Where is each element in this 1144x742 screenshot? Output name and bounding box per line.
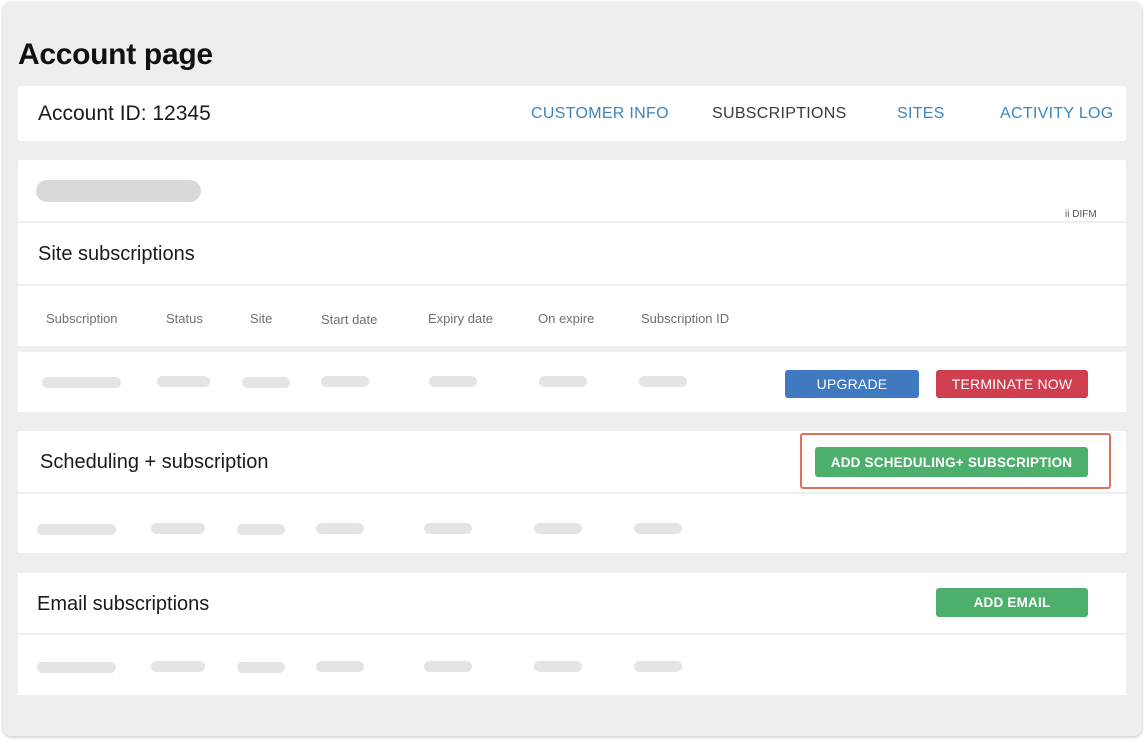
page-title: Account page	[18, 38, 213, 71]
account-header: Account ID: 12345 CUSTOMER INFO SUBSCRIP…	[18, 86, 1126, 141]
column-header-site: Site	[250, 311, 273, 326]
cell-placeholder	[424, 523, 472, 534]
terminate-now-button[interactable]: TERMINATE NOW	[936, 370, 1088, 398]
account-summary-card: ii DIFM	[18, 160, 1126, 221]
cell-placeholder	[429, 376, 477, 387]
account-id-label: Account ID: 12345	[38, 102, 211, 125]
column-header-on-expire: On expire	[538, 311, 595, 326]
table-row: UPGRADE TERMINATE NOW	[18, 352, 1126, 412]
cell-placeholder	[639, 376, 687, 387]
upgrade-button[interactable]: UPGRADE	[785, 370, 919, 398]
cell-placeholder	[37, 662, 116, 673]
cell-placeholder	[42, 377, 121, 388]
add-email-button[interactable]: ADD EMAIL	[936, 588, 1088, 617]
cell-placeholder	[539, 376, 587, 387]
site-subscriptions-title: Site subscriptions	[38, 243, 195, 265]
table-row	[18, 494, 1126, 553]
cell-placeholder	[237, 524, 285, 535]
column-header-subscription: Subscription	[46, 311, 118, 326]
cell-placeholder	[634, 523, 682, 534]
difm-tag: ii DIFM	[1065, 209, 1097, 220]
scheduling-title: Scheduling + subscription	[40, 451, 269, 473]
column-header-start-date: Start date	[321, 312, 378, 327]
column-header-status: Status	[166, 311, 203, 326]
cell-placeholder	[316, 661, 364, 672]
cell-placeholder	[534, 661, 582, 672]
cell-placeholder	[634, 661, 682, 672]
cell-placeholder	[157, 376, 210, 387]
cell-placeholder	[321, 376, 369, 387]
cell-placeholder	[424, 661, 472, 672]
column-header-expiry-date: Expiry date	[428, 311, 494, 326]
email-subscriptions-title: Email subscriptions	[37, 593, 210, 615]
cell-placeholder	[37, 524, 116, 535]
cell-placeholder	[151, 523, 205, 534]
cell-placeholder	[534, 523, 582, 534]
column-header-subscription-id: Subscription ID	[641, 311, 730, 326]
tab-subscriptions[interactable]: SUBSCRIPTIONS	[712, 105, 847, 123]
table-row	[18, 635, 1126, 695]
site-subscriptions-header: Site subscriptions	[18, 223, 1126, 284]
cell-placeholder	[237, 662, 285, 673]
cell-placeholder	[242, 377, 290, 388]
highlight-box	[800, 433, 1111, 489]
loading-placeholder	[36, 180, 201, 202]
cell-placeholder	[151, 661, 205, 672]
cell-placeholder	[316, 523, 364, 534]
tab-activity-log[interactable]: ACTIVITY LOG	[1000, 105, 1114, 123]
tab-customer-info[interactable]: CUSTOMER INFO	[531, 105, 669, 123]
tab-sites[interactable]: SITES	[897, 105, 945, 123]
email-subscriptions-header: Email subscriptions ADD EMAIL	[18, 573, 1126, 633]
site-subscriptions-columns: Subscription Status Site Start date Expi…	[18, 286, 1126, 346]
